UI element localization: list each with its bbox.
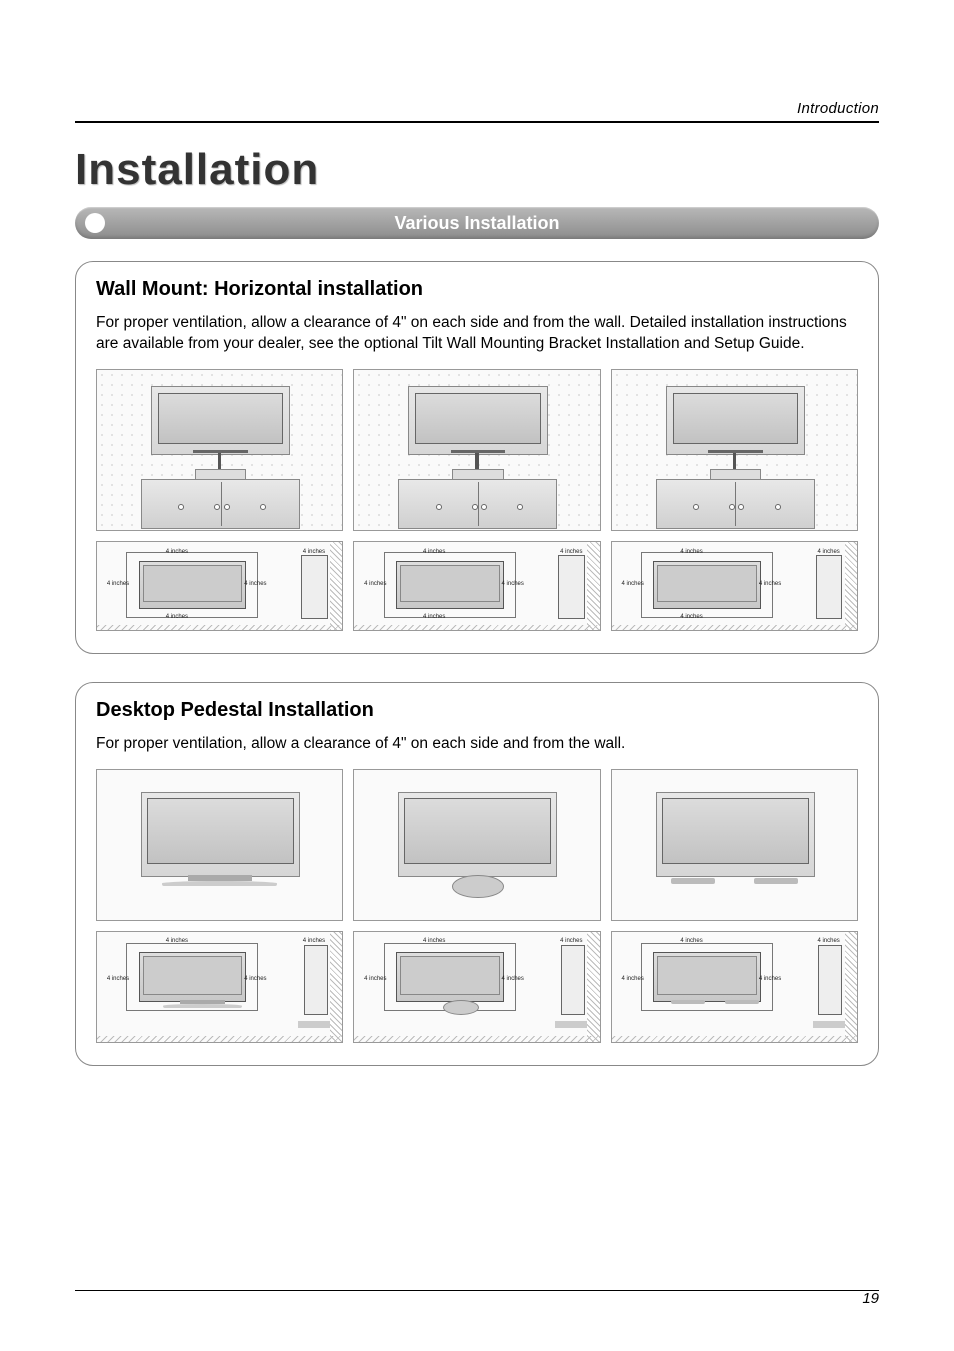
wall-mount-text: For proper ventilation, allow a clearanc…	[96, 313, 858, 355]
clearance-top-label: 4 inches	[166, 549, 188, 555]
clearance-left-label: 4 inches	[107, 581, 129, 587]
pedestal-clearance-row: 4 inches 4 inches 4 inches 4 inches 4 in…	[96, 931, 858, 1043]
clearance-back-label: 4 inches	[817, 549, 839, 555]
wall-mount-figure-a	[96, 369, 343, 531]
clearance-left-label: 4 inches	[621, 581, 643, 587]
clearance-back-label: 4 inches	[560, 549, 582, 555]
wall-mount-heading: Wall Mount: Horizontal installation	[96, 278, 858, 301]
wall-mount-clearance-row: 4 inches 4 inches 4 inches 4 inches 4 in…	[96, 541, 858, 631]
pedestal-figure-c	[611, 769, 858, 921]
clearance-bottom-label: 4 inches	[680, 614, 702, 620]
wall-mount-top-row	[96, 369, 858, 531]
clearance-top-label: 4 inches	[166, 938, 188, 944]
clearance-right-label: 4 inches	[502, 581, 524, 587]
clearance-left-label: 4 inches	[364, 976, 386, 982]
clearance-left-label: 4 inches	[364, 581, 386, 587]
clearance-left-label: 4 inches	[107, 976, 129, 982]
wall-mount-clearance-c: 4 inches 4 inches 4 inches 4 inches 4 in…	[611, 541, 858, 631]
clearance-top-label: 4 inches	[680, 549, 702, 555]
page-title: Installation	[75, 145, 879, 195]
clearance-right-label: 4 inches	[759, 581, 781, 587]
bottom-rule	[75, 1290, 879, 1291]
pedestal-text: For proper ventilation, allow a clearanc…	[96, 734, 858, 755]
clearance-back-label: 4 inches	[303, 549, 325, 555]
pedestal-clearance-b: 4 inches 4 inches 4 inches 4 inches	[353, 931, 600, 1043]
clearance-top-label: 4 inches	[423, 549, 445, 555]
clearance-right-label: 4 inches	[502, 976, 524, 982]
clearance-back-label: 4 inches	[817, 938, 839, 944]
pedestal-top-row	[96, 769, 858, 921]
clearance-right-label: 4 inches	[244, 581, 266, 587]
page: Introduction Installation Various Instal…	[0, 0, 954, 1351]
clearance-top-label: 4 inches	[680, 938, 702, 944]
wall-mount-panel: Wall Mount: Horizontal installation For …	[75, 261, 879, 654]
clearance-top-label: 4 inches	[423, 938, 445, 944]
subsection-title: Various Installation	[75, 207, 879, 239]
pedestal-figure-b	[353, 769, 600, 921]
clearance-back-label: 4 inches	[303, 938, 325, 944]
page-number: 19	[862, 1290, 879, 1307]
clearance-left-label: 4 inches	[621, 976, 643, 982]
pedestal-heading: Desktop Pedestal Installation	[96, 699, 858, 722]
pedestal-clearance-a: 4 inches 4 inches 4 inches 4 inches	[96, 931, 343, 1043]
clearance-right-label: 4 inches	[759, 976, 781, 982]
clearance-right-label: 4 inches	[244, 976, 266, 982]
pedestal-clearance-c: 4 inches 4 inches 4 inches 4 inches	[611, 931, 858, 1043]
wall-mount-figure-b	[353, 369, 600, 531]
pedestal-figure-a	[96, 769, 343, 921]
top-rule	[75, 121, 879, 123]
pedestal-panel: Desktop Pedestal Installation For proper…	[75, 682, 879, 1066]
clearance-back-label: 4 inches	[560, 938, 582, 944]
section-label: Introduction	[75, 100, 879, 117]
clearance-bottom-label: 4 inches	[166, 614, 188, 620]
wall-mount-clearance-b: 4 inches 4 inches 4 inches 4 inches 4 in…	[353, 541, 600, 631]
wall-mount-figure-c	[611, 369, 858, 531]
subsection-header: Various Installation	[75, 207, 879, 239]
clearance-bottom-label: 4 inches	[423, 614, 445, 620]
wall-mount-clearance-a: 4 inches 4 inches 4 inches 4 inches 4 in…	[96, 541, 343, 631]
